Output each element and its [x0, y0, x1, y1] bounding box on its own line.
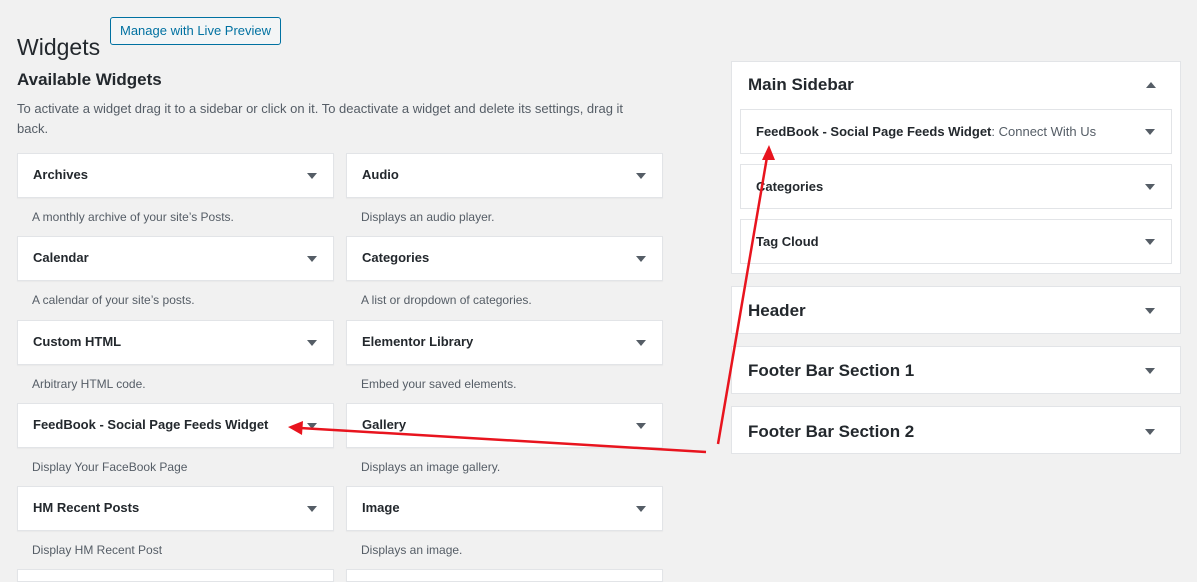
widget-title: FeedBook - Social Page Feeds Widget: Con… [756, 124, 1097, 139]
widget-title: Image [362, 500, 400, 515]
sidebar-title: Footer Bar Section 2 [748, 422, 915, 441]
widget-description: A list or dropdown of categories. [361, 293, 532, 307]
chevron-down-icon[interactable] [636, 256, 646, 262]
chevron-down-icon[interactable] [307, 173, 317, 179]
chevron-down-icon[interactable] [307, 506, 317, 512]
widget-description: Arbitrary HTML code. [32, 377, 146, 391]
chevron-down-icon[interactable] [307, 423, 317, 429]
widget-audio[interactable]: Audio [346, 153, 663, 198]
sidebar-title[interactable]: Main Sidebar [748, 75, 854, 95]
sidebar-header[interactable]: Header [731, 286, 1181, 334]
widget-categories[interactable]: Categories [346, 236, 663, 281]
chevron-down-icon[interactable] [307, 256, 317, 262]
page-title: Widgets [17, 34, 101, 61]
widget-instance-title: : Connect With Us [991, 124, 1097, 139]
widget-elementor-library[interactable]: Elementor Library [346, 320, 663, 365]
chevron-down-icon[interactable] [636, 173, 646, 179]
chevron-down-icon[interactable] [636, 340, 646, 346]
widget-title: Audio [362, 167, 399, 182]
chevron-down-icon[interactable] [1145, 129, 1155, 135]
widget-title: Custom HTML [33, 334, 122, 349]
widget-description: Embed your saved elements. [361, 377, 517, 391]
widget-description: Display HM Recent Post [32, 543, 163, 557]
widget-archives[interactable]: Archives [17, 153, 334, 198]
sidebar-widget-categories[interactable]: Categories [740, 164, 1172, 209]
widget-title: Archives [33, 167, 88, 182]
widget-title: Tag Cloud [756, 234, 819, 249]
widget-description: Displays an audio player. [361, 210, 495, 224]
widget-title: HM Recent Posts [33, 500, 140, 515]
manage-live-preview-button[interactable]: Manage with Live Preview [110, 17, 282, 45]
sidebar-widget-feedbook[interactable]: FeedBook - Social Page Feeds Widget: Con… [740, 109, 1172, 154]
widget-partial[interactable] [346, 569, 663, 582]
chevron-down-icon[interactable] [1145, 429, 1155, 435]
widget-calendar[interactable]: Calendar [17, 236, 334, 281]
widget-title: Elementor Library [362, 334, 474, 349]
sidebar-title: Footer Bar Section 1 [748, 361, 915, 380]
chevron-down-icon[interactable] [1145, 184, 1155, 190]
widget-description: A monthly archive of your site’s Posts. [32, 210, 234, 224]
widget-title: Gallery [362, 417, 407, 432]
widget-partial[interactable] [17, 569, 334, 582]
widget-description: Displays an image gallery. [361, 460, 501, 474]
widget-gallery[interactable]: Gallery [346, 403, 663, 448]
chevron-down-icon[interactable] [1145, 308, 1155, 314]
widget-image[interactable]: Image [346, 486, 663, 531]
chevron-down-icon[interactable] [1145, 368, 1155, 374]
widget-title: Categories [756, 179, 824, 194]
sidebar-footer-bar-1[interactable]: Footer Bar Section 1 [731, 346, 1181, 394]
chevron-down-icon[interactable] [1145, 239, 1155, 245]
widget-title: Categories [362, 250, 430, 265]
available-widgets-heading: Available Widgets [17, 70, 162, 89]
chevron-down-icon[interactable] [307, 340, 317, 346]
sidebar-main: Main Sidebar FeedBook - Social Page Feed… [731, 61, 1181, 274]
widget-feedbook[interactable]: FeedBook - Social Page Feeds Widget [17, 403, 334, 448]
widget-custom-html[interactable]: Custom HTML [17, 320, 334, 365]
chevron-up-icon[interactable] [1146, 82, 1156, 88]
available-widgets-description: To activate a widget drag it to a sideba… [17, 101, 624, 136]
widget-title: FeedBook - Social Page Feeds Widget [33, 417, 269, 432]
widget-description: A calendar of your site’s posts. [32, 293, 195, 307]
chevron-down-icon[interactable] [636, 506, 646, 512]
widget-hm-recent-posts[interactable]: HM Recent Posts [17, 486, 334, 531]
sidebar-title: Header [748, 301, 806, 320]
widget-description: Display Your FaceBook Page [32, 460, 188, 474]
sidebar-widget-tag-cloud[interactable]: Tag Cloud [740, 219, 1172, 264]
widget-description: Displays an image. [361, 543, 463, 557]
sidebar-footer-bar-2[interactable]: Footer Bar Section 2 [731, 406, 1181, 454]
chevron-down-icon[interactable] [636, 423, 646, 429]
widget-title: Calendar [33, 250, 89, 265]
